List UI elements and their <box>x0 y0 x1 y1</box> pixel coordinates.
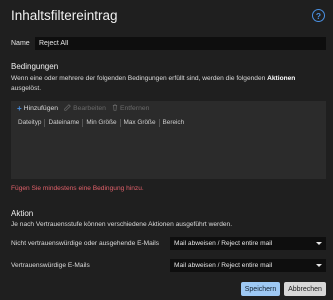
column-header[interactable]: Dateityp <box>15 119 46 127</box>
help-icon[interactable]: ? <box>312 9 325 22</box>
trusted-mail-label: Vertrauenswürdige E-Mails <box>11 262 90 269</box>
remove-condition-button[interactable]: Entfernen <box>112 104 149 113</box>
dialog-title: Inhaltsfiltereintrag <box>11 8 118 23</box>
cancel-button[interactable]: Abbrechen <box>284 282 326 296</box>
save-button[interactable]: Speichern <box>241 282 280 296</box>
edit-condition-button[interactable]: Bearbeiten <box>64 104 106 113</box>
add-condition-button[interactable]: + Hinzufügen <box>17 104 58 113</box>
conditions-desc-bold: Aktionen <box>267 75 296 82</box>
select-value: Mail abweisen / Reject entire mail <box>174 262 273 269</box>
plus-icon: + <box>17 104 22 113</box>
action-description: Je nach Vertrauensstufe können verschied… <box>11 221 233 228</box>
trash-icon <box>112 104 118 113</box>
pencil-icon <box>64 104 71 113</box>
untrusted-mail-label: Nicht vertrauenswürdige oder ausgehende … <box>11 240 160 247</box>
select-value: Mail abweisen / Reject entire mail <box>174 240 273 247</box>
conditions-description: Wenn eine oder mehrere der folgenden Bed… <box>11 74 323 93</box>
conditions-toolbar: + Hinzufügen Bearbeiten Entfernen <box>17 103 149 114</box>
conditions-desc-suffix: ausgelöst. <box>11 84 42 92</box>
name-input[interactable] <box>35 37 326 50</box>
column-header[interactable]: Bereich <box>160 119 188 127</box>
column-header[interactable]: Dateiname <box>45 119 84 127</box>
column-header[interactable]: Min Größe <box>83 119 121 127</box>
chevron-down-icon <box>316 264 322 267</box>
edit-label: Bearbeiten <box>73 105 106 112</box>
trusted-mail-select[interactable]: Mail abweisen / Reject entire mail <box>170 259 326 272</box>
column-header[interactable]: Max Größe <box>121 119 160 127</box>
conditions-table-header: Dateityp Dateiname Min Größe Max Größe B… <box>15 117 187 129</box>
chevron-down-icon <box>316 242 322 245</box>
add-label: Hinzufügen <box>23 105 59 112</box>
remove-label: Entfernen <box>119 105 150 112</box>
action-heading: Aktion <box>11 209 34 218</box>
conditions-heading: Bedingungen <box>11 62 59 71</box>
name-label: Name <box>11 40 30 47</box>
conditions-error: Fügen Sie mindestens eine Bedingung hinz… <box>11 185 144 192</box>
conditions-desc-prefix: Wenn eine oder mehrere der folgenden Bed… <box>11 75 268 82</box>
untrusted-mail-select[interactable]: Mail abweisen / Reject entire mail <box>170 237 326 250</box>
